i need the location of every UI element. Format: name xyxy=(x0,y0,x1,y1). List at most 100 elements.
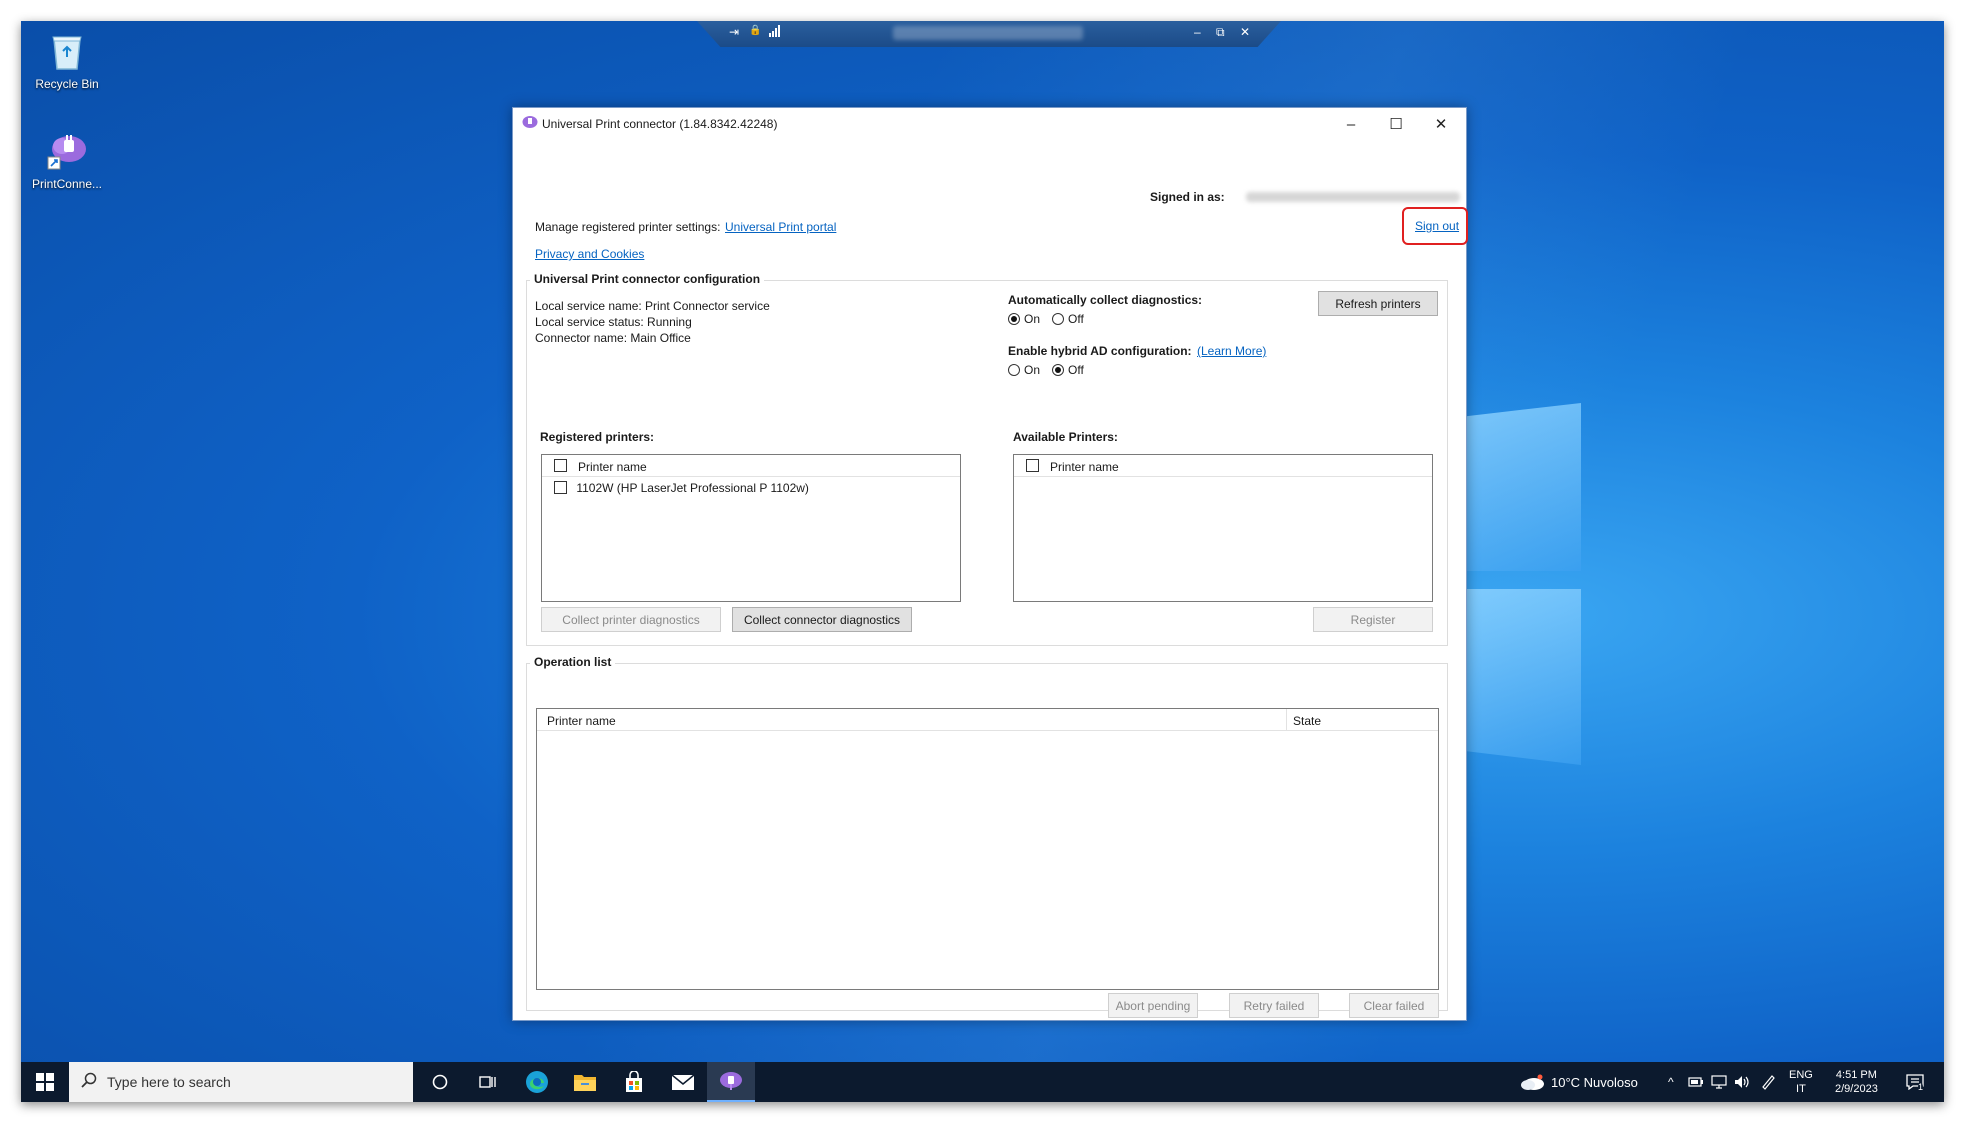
clock[interactable]: 4:51 PM 2/9/2023 xyxy=(1835,1062,1878,1102)
available-printers-label: Available Printers: xyxy=(1013,430,1118,444)
retry-failed-button[interactable]: Retry failed xyxy=(1229,993,1319,1018)
taskbar: Type here to search 10°C Nuvoloso ^ ENG … xyxy=(21,1062,1944,1102)
start-button[interactable] xyxy=(21,1062,69,1102)
minimize-button[interactable]: – xyxy=(1329,112,1373,136)
printer-name-text: 1102W (HP LaserJet Professional P 1102w) xyxy=(576,481,809,495)
signed-in-account-redacted xyxy=(1246,192,1460,202)
diagnostics-label: Automatically collect diagnostics: xyxy=(1008,293,1203,307)
input-language-indicator[interactable]: ENG IT xyxy=(1789,1062,1813,1102)
lock-icon: 🔒 xyxy=(749,25,762,36)
language-code: ENG xyxy=(1789,1069,1813,1081)
microsoft-store-icon[interactable] xyxy=(610,1062,658,1102)
windows-logo-pane xyxy=(1464,403,1581,571)
connector-name-text: Connector name: Main Office xyxy=(535,331,691,345)
available-printers-header: Printer name xyxy=(1014,455,1432,477)
restore-icon[interactable]: ⧉ xyxy=(1216,25,1225,40)
privacy-link[interactable]: Privacy and Cookies xyxy=(535,247,644,261)
notification-count-badge: 1 xyxy=(1918,1082,1924,1092)
signed-in-label: Signed in as: xyxy=(1150,190,1225,204)
recycle-bin-icon xyxy=(45,29,89,73)
sign-out-link[interactable]: Sign out xyxy=(1415,219,1459,233)
taskbar-search-box[interactable]: Type here to search xyxy=(69,1062,413,1102)
print-connector-icon xyxy=(45,129,89,173)
printer-checkbox[interactable] xyxy=(554,481,567,494)
remote-session-title xyxy=(893,26,1083,40)
desktop-icon-label: Recycle Bin xyxy=(35,77,99,91)
desktop-icon-print-connector[interactable]: PrintConne... xyxy=(25,129,109,191)
clock-time: 4:51 PM xyxy=(1835,1069,1877,1081)
diagnostics-off-radio[interactable]: Off xyxy=(1052,312,1084,326)
cloud-icon xyxy=(1521,1074,1544,1090)
task-view-icon[interactable] xyxy=(464,1062,512,1102)
radio-empty-icon xyxy=(1008,364,1020,376)
minimize-icon[interactable]: – xyxy=(1194,25,1201,39)
registered-printers-label: Registered printers: xyxy=(540,430,655,444)
volume-icon[interactable] xyxy=(1734,1062,1750,1102)
collect-connector-diagnostics-button[interactable]: Collect connector diagnostics xyxy=(732,607,912,632)
window-title: Universal Print connector (1.84.8342.422… xyxy=(542,117,778,131)
operation-list-title: Operation list xyxy=(530,655,616,669)
notification-center-icon[interactable]: 1 xyxy=(1906,1062,1924,1102)
network-icon[interactable] xyxy=(1711,1062,1727,1102)
search-placeholder: Type here to search xyxy=(107,1074,231,1090)
diagnostics-on-label: On xyxy=(1024,312,1041,326)
clock-date: 2/9/2023 xyxy=(1835,1083,1878,1095)
show-hidden-icons-chevron-icon[interactable]: ^ xyxy=(1668,1062,1674,1102)
window-titlebar[interactable]: Universal Print connector (1.84.8342.422… xyxy=(513,108,1466,138)
abort-pending-button[interactable]: Abort pending xyxy=(1108,993,1198,1018)
keyboard-layout-code: IT xyxy=(1796,1083,1806,1095)
hybrid-on-radio[interactable]: On xyxy=(1008,363,1040,377)
battery-icon[interactable] xyxy=(1688,1062,1704,1102)
refresh-printers-button[interactable]: Refresh printers xyxy=(1318,291,1438,316)
configuration-group-title: Universal Print connector configuration xyxy=(530,272,765,286)
app-logo-icon xyxy=(522,115,538,132)
pen-icon[interactable] xyxy=(1760,1062,1776,1102)
weather-text: 10°C Nuvoloso xyxy=(1551,1074,1638,1090)
radio-selected-icon xyxy=(1008,313,1020,325)
hybrid-off-radio[interactable]: Off xyxy=(1052,363,1084,377)
weather-widget[interactable]: 10°C Nuvoloso xyxy=(1519,1062,1638,1102)
column-separator[interactable] xyxy=(1286,709,1287,731)
maximize-button[interactable]: ☐ xyxy=(1374,112,1418,136)
available-printers-list[interactable]: Printer name xyxy=(1013,454,1433,602)
printer-name-column-header[interactable]: Printer name xyxy=(547,714,616,728)
desktop-icon-recycle-bin[interactable]: Recycle Bin xyxy=(25,29,109,91)
close-button[interactable]: ✕ xyxy=(1419,112,1463,136)
printer-name-column-header[interactable]: Printer name xyxy=(578,460,647,474)
edge-icon[interactable] xyxy=(513,1062,561,1102)
radio-selected-icon xyxy=(1052,364,1064,376)
windows-logo-pane xyxy=(1464,589,1581,765)
operation-list-header: Printer name State xyxy=(537,709,1438,731)
select-all-checkbox[interactable] xyxy=(554,459,567,473)
diagnostics-off-label: Off xyxy=(1068,312,1084,326)
remote-session-bar: ⇥ 🔒 – ⧉ ✕ xyxy=(697,21,1281,47)
search-icon xyxy=(81,1072,97,1091)
select-all-checkbox[interactable] xyxy=(1026,459,1039,473)
printer-name-column-header[interactable]: Printer name xyxy=(1050,460,1119,474)
print-connector-taskbar-icon[interactable] xyxy=(707,1062,755,1102)
collect-printer-diagnostics-button[interactable]: Collect printer diagnostics xyxy=(541,607,721,632)
diagnostics-on-radio[interactable]: On xyxy=(1008,312,1040,326)
close-icon[interactable]: ✕ xyxy=(1240,25,1250,39)
registered-printers-header: Printer name xyxy=(542,455,960,477)
learn-more-link[interactable]: (Learn More) xyxy=(1197,344,1266,358)
operation-list-table[interactable]: Printer name State xyxy=(536,708,1439,990)
radio-empty-icon xyxy=(1052,313,1064,325)
clear-failed-button[interactable]: Clear failed xyxy=(1349,993,1439,1018)
hybrid-off-label: Off xyxy=(1068,363,1084,377)
register-button[interactable]: Register xyxy=(1313,607,1433,632)
universal-print-portal-link[interactable]: Universal Print portal xyxy=(725,220,836,234)
pin-icon[interactable]: ⇥ xyxy=(729,25,739,39)
windows-start-icon xyxy=(36,1073,54,1091)
state-column-header[interactable]: State xyxy=(1293,714,1321,728)
file-explorer-icon[interactable] xyxy=(561,1062,609,1102)
registered-printers-list[interactable]: Printer name 1102W (HP LaserJet Professi… xyxy=(541,454,961,602)
manage-settings-label: Manage registered printer settings: xyxy=(535,220,721,234)
desktop: ⇥ 🔒 – ⧉ ✕ Recycle Bin PrintConne... Univ… xyxy=(21,21,1944,1102)
cortana-icon[interactable] xyxy=(416,1062,464,1102)
service-name-text: Local service name: Print Connector serv… xyxy=(535,299,770,313)
hybrid-ad-label: Enable hybrid AD configuration: xyxy=(1008,344,1192,358)
list-item[interactable]: 1102W (HP LaserJet Professional P 1102w) xyxy=(554,481,809,495)
mail-icon[interactable] xyxy=(659,1062,707,1102)
service-status-text: Local service status: Running xyxy=(535,315,692,329)
